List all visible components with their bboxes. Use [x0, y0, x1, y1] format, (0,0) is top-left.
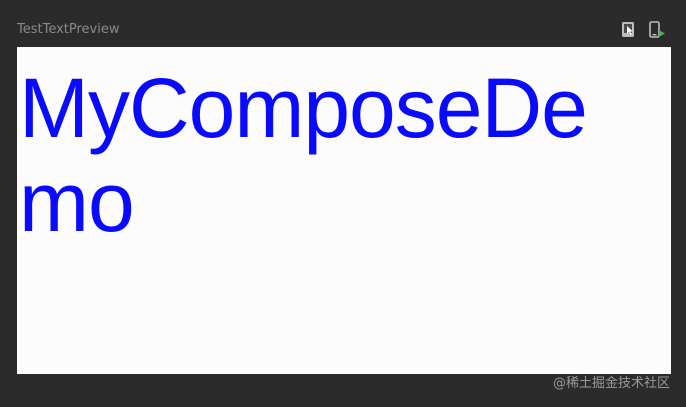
preview-title: TestTextPreview: [17, 22, 120, 37]
preview-text: MyComposeDemo: [19, 61, 588, 249]
preview-header: TestTextPreview: [0, 0, 686, 48]
preview-canvas: MyComposeDemo: [17, 47, 671, 374]
interactive-mode-icon[interactable]: [620, 21, 638, 39]
watermark: @稀土掘金技术社区: [552, 376, 670, 391]
deploy-to-device-icon[interactable]: [648, 21, 666, 39]
